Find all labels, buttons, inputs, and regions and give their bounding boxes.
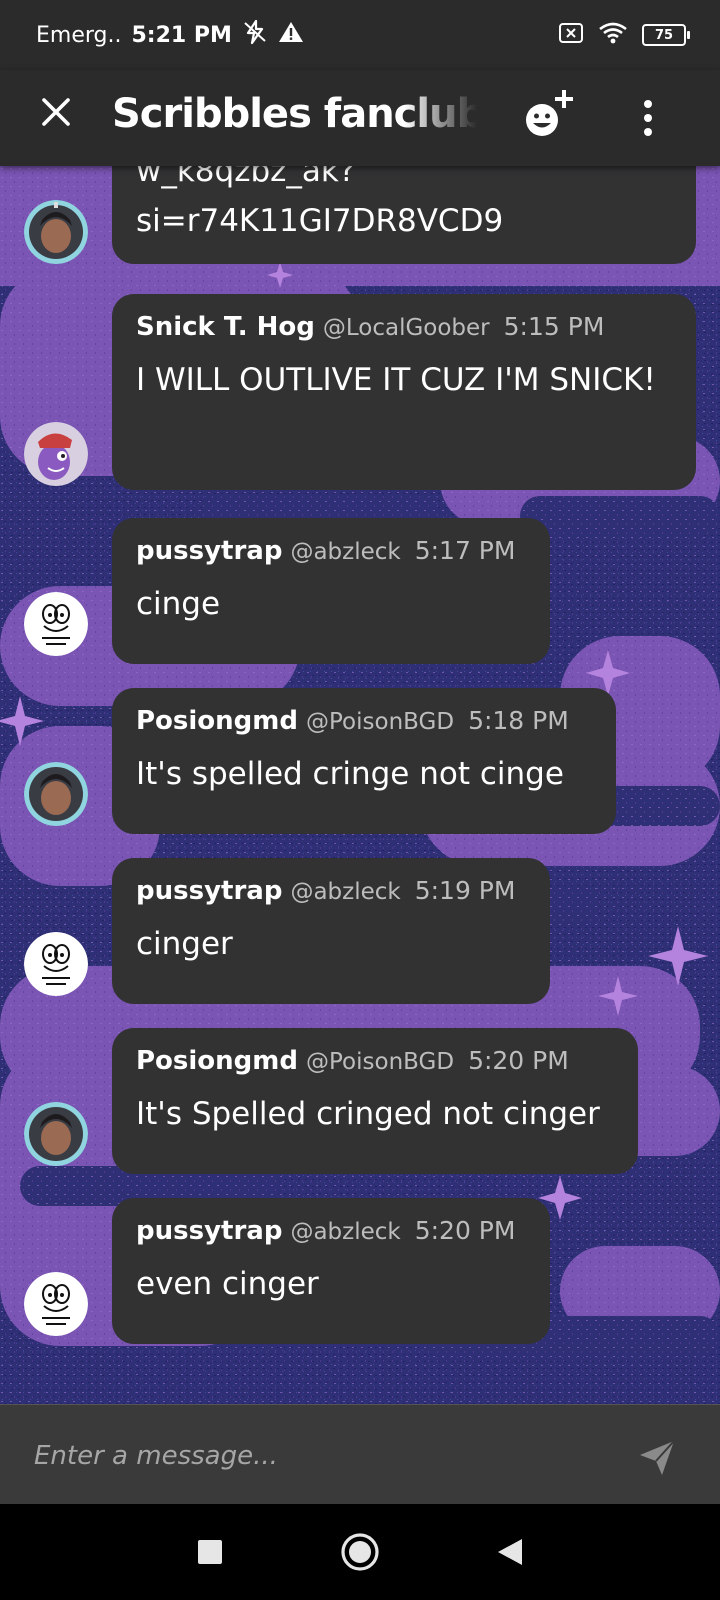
- message-time: 5:19 PM: [414, 876, 516, 905]
- sketch-avatar[interactable]: [24, 592, 88, 656]
- sender-name[interactable]: Posiongmd: [136, 706, 298, 736]
- message-bubble[interactable]: Posiongmd @PoisonBGD 5:18 PM It's spelled …: [112, 688, 616, 834]
- message-time: 5:17 PM: [414, 536, 516, 565]
- purple-hedgehog-avatar[interactable]: [24, 422, 88, 486]
- message-time: 5:18 PM: [468, 706, 569, 735]
- message-bubble[interactable]: pussytrap @abzleck 5:17 PM cinge: [112, 518, 550, 664]
- battery-icon: 75: [642, 24, 690, 46]
- sender-handle: @LocalGoober: [322, 315, 490, 341]
- message-bubble[interactable]: Posiongmd @PoisonBGD 5:20 PM It's Spelled …: [112, 1028, 638, 1174]
- message-text: even cinger: [136, 1266, 319, 1302]
- sim-x-icon: [558, 22, 584, 48]
- flash-off-icon: [242, 19, 268, 51]
- message-bubble[interactable]: Snick T. Hog @LocalGoober 5:15 PM I WILL O…: [112, 294, 696, 490]
- message-time: 5:20 PM: [414, 1216, 516, 1245]
- message-text: It's spelled cringe not cinge: [136, 756, 564, 792]
- status-bar: Emerg.. 5:21 PM 75: [0, 0, 720, 70]
- sender-handle: @abzleck: [290, 539, 401, 565]
- message-bubble[interactable]: w_k8qzbz_ak? si=r74K11GI7DR8VCD9: [112, 166, 696, 264]
- system-nav-bar: [0, 1504, 720, 1600]
- circle-icon[interactable]: [336, 1528, 384, 1576]
- message-text: I WILL OUTLIVE IT CUZ I'M SNICK!: [136, 362, 656, 398]
- user-photo-avatar[interactable]: [24, 1102, 88, 1166]
- more-vert-icon[interactable]: [628, 94, 668, 142]
- sender-handle: @abzleck: [290, 1219, 401, 1245]
- message-bubble[interactable]: pussytrap @abzleck 5:20 PM even cinger: [112, 1198, 550, 1344]
- send-icon[interactable]: [636, 1435, 680, 1479]
- sender-name[interactable]: Posiongmd: [136, 1046, 298, 1076]
- message-composer: [0, 1404, 720, 1505]
- user-photo-avatar[interactable]: [24, 200, 88, 264]
- warning-icon: [278, 20, 304, 50]
- message-time: 5:20 PM: [468, 1046, 569, 1075]
- sketch-avatar[interactable]: [24, 932, 88, 996]
- sender-handle: @abzleck: [290, 879, 401, 905]
- battery-level: 75: [654, 27, 674, 43]
- sender-name[interactable]: Snick T. Hog: [136, 312, 315, 342]
- message-text: cinger: [136, 926, 233, 962]
- carrier-label: Emerg..: [36, 22, 122, 48]
- close-icon[interactable]: [36, 92, 76, 132]
- sender-name[interactable]: pussytrap: [136, 876, 282, 906]
- message-text: w_k8qzbz_ak? si=r74K11GI7DR8VCD9: [136, 166, 504, 239]
- add-emoji-icon[interactable]: [522, 88, 578, 144]
- app-header: Scribbles fanclub: [0, 70, 720, 166]
- message-text: cinge: [136, 586, 221, 622]
- status-time: 5:21 PM: [131, 22, 232, 48]
- sender-name[interactable]: pussytrap: [136, 536, 282, 566]
- message-list[interactable]: w_k8qzbz_ak? si=r74K11GI7DR8VCD9 Snick T…: [0, 166, 720, 1404]
- sender-handle: @PoisonBGD: [306, 1049, 455, 1075]
- message-input[interactable]: [32, 1431, 596, 1481]
- message-text: It's Spelled cringed not cinger: [136, 1096, 600, 1132]
- sender-handle: @PoisonBGD: [306, 709, 455, 735]
- message-time: 5:15 PM: [503, 312, 605, 341]
- chat-title: Scribbles fanclub: [112, 91, 477, 137]
- sketch-avatar[interactable]: [24, 1272, 88, 1336]
- square-icon[interactable]: [186, 1528, 234, 1576]
- sender-name[interactable]: pussytrap: [136, 1216, 282, 1246]
- user-photo-avatar[interactable]: [24, 762, 88, 826]
- triangle-back-icon[interactable]: [486, 1528, 534, 1576]
- wifi-icon: [598, 21, 628, 49]
- message-bubble[interactable]: pussytrap @abzleck 5:19 PM cinger: [112, 858, 550, 1004]
